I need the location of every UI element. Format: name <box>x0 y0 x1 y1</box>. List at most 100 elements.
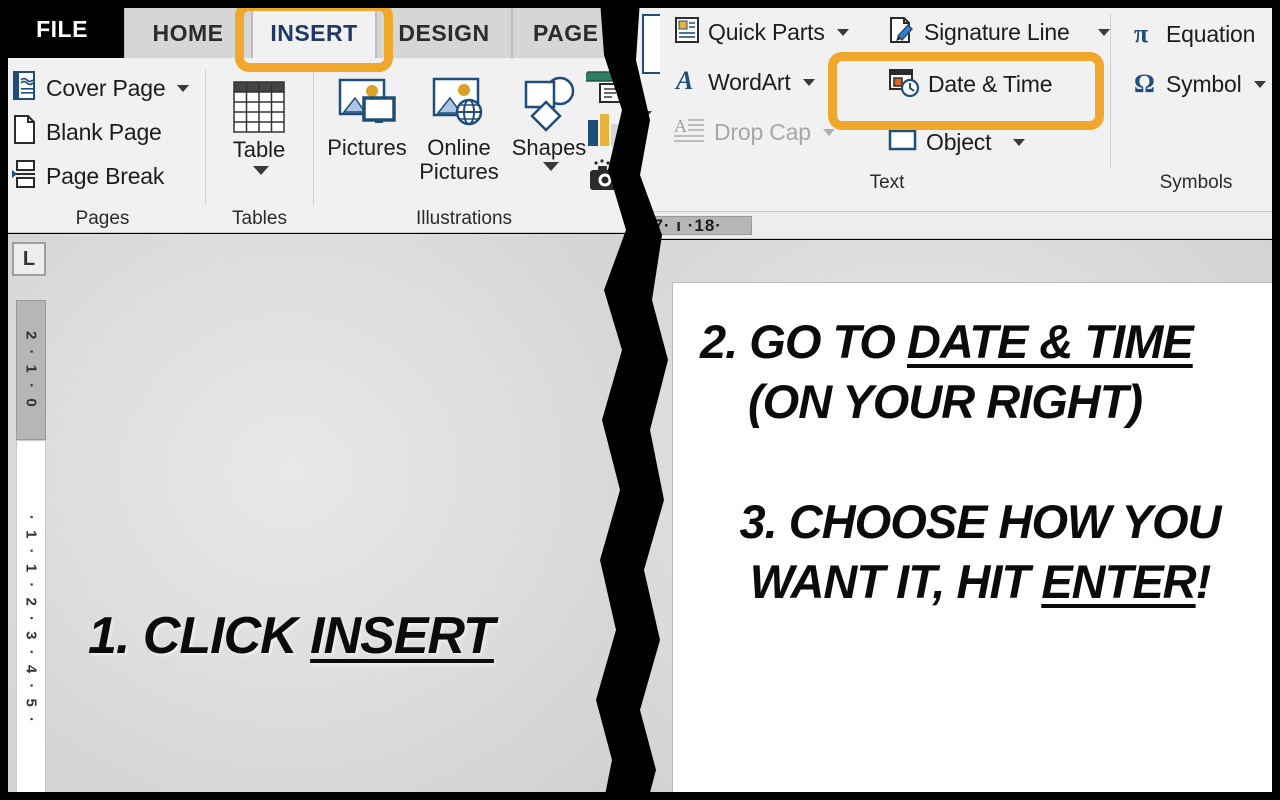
button-signature-line[interactable]: Signature Line <box>882 10 1110 54</box>
ribbon-group-illustrations: Pictures Online Pictures Shapes Illustra… <box>314 58 643 233</box>
horizontal-ruler[interactable]: 17· ı ·18· <box>628 212 1280 239</box>
button-shapes[interactable]: Shapes <box>504 64 594 171</box>
quick-parts-icon <box>674 16 700 49</box>
object-icon <box>888 127 918 158</box>
chevron-down-icon[interactable] <box>1253 80 1266 88</box>
svg-text:A: A <box>674 66 693 94</box>
instruction-1-keyword: INSERT <box>310 607 495 665</box>
tab-insert-label: INSERT <box>270 19 358 46</box>
page-break-icon <box>12 159 38 194</box>
instruction-1-text: CLICK <box>142 607 298 665</box>
tab-page-layout[interactable]: PAGE L <box>512 8 643 58</box>
ribbon-body-text-symbols: Quick Parts A WordArt A Drop Cap Signatu… <box>628 0 1280 212</box>
date-time-label: Date & Time <box>928 70 1053 97</box>
instruction-3-tail: ! <box>1195 555 1212 609</box>
button-pictures[interactable]: Pictures <box>322 64 412 160</box>
instruction-2-text: GO TO <box>749 315 907 368</box>
button-wordart[interactable]: A WordArt <box>668 60 849 104</box>
wordart-label: WordArt <box>708 68 791 95</box>
tab-home-label: HOME <box>152 19 224 46</box>
vertical-ruler-margin-ticks: 2 · 1 · 0 <box>22 330 40 410</box>
signature-line-label: Signature Line <box>924 18 1070 45</box>
ribbon-tab-strip: FILE HOME INSERT DESIGN PAGE L <box>0 0 643 59</box>
svg-text:Ω: Ω <box>1134 69 1155 96</box>
cover-page-label: Cover Page <box>46 74 166 101</box>
button-screenshot[interactable] <box>586 158 632 199</box>
quick-parts-label: Quick Parts <box>708 18 825 45</box>
document-canvas-left: L 2 · 1 · 0 · 1 · 1 · 2 · 3 · 4 · 5 · 1.… <box>0 234 643 800</box>
button-blank-page[interactable]: Blank Page <box>6 110 189 154</box>
signature-line-icon <box>888 16 916 49</box>
instruction-2-line2: (ON YOUR RIGHT) <box>748 375 1143 429</box>
right-panel-word-window: Quick Parts A WordArt A Drop Cap Signatu… <box>628 0 1280 800</box>
blank-page-label: Blank Page <box>46 118 162 145</box>
left-panel-word-window: FILE HOME INSERT DESIGN PAGE L Cover Pag… <box>0 0 643 800</box>
blank-page-icon <box>12 114 38 150</box>
instruction-3-line2: WANT IT, HIT <box>749 555 1042 609</box>
vertical-ruler-body-ticks: · 1 · 1 · 2 · 3 · 4 · 5 · <box>22 514 40 726</box>
button-page-break[interactable]: Page Break <box>6 154 189 198</box>
button-equation[interactable]: π Equation <box>1126 12 1266 56</box>
button-quick-parts[interactable]: Quick Parts <box>668 10 849 54</box>
ribbon-group-symbols: π Equation Ω Symbol Symbols <box>1112 0 1280 212</box>
tab-file[interactable]: FILE <box>0 0 124 58</box>
vertical-ruler-body[interactable]: · 1 · 1 · 2 · 3 · 4 · 5 · <box>16 440 46 800</box>
button-object[interactable]: Object <box>882 120 1110 164</box>
wordart-icon: A <box>674 66 700 99</box>
tab-stop-glyph: L <box>22 247 36 270</box>
chevron-down-icon <box>822 128 835 136</box>
button-date-and-time[interactable]: Date & Time <box>882 62 1110 106</box>
button-cover-page[interactable]: Cover Page <box>6 66 190 110</box>
ribbon-body-insert: Cover Page Blank Page Page Break Pages T… <box>0 58 643 233</box>
equation-label: Equation <box>1166 20 1256 47</box>
group-label-symbols: Symbols <box>1159 172 1233 193</box>
pictures-label: Pictures <box>327 135 407 160</box>
vertical-ruler-margin[interactable]: 2 · 1 · 0 <box>16 300 46 440</box>
svg-text:A: A <box>674 116 687 136</box>
tab-design[interactable]: DESIGN <box>376 8 512 58</box>
table-label: Table <box>232 137 286 162</box>
group-label-text: Text <box>869 172 905 193</box>
chevron-down-icon[interactable] <box>802 78 815 86</box>
svg-text:π: π <box>1134 19 1148 46</box>
group-label-illustrations: Illustrations <box>415 208 513 229</box>
symbol-omega-icon: Ω <box>1132 68 1158 101</box>
screenshot-stage: FILE HOME INSERT DESIGN PAGE L Cover Pag… <box>0 0 1280 800</box>
drop-cap-label: Drop Cap <box>714 118 811 145</box>
button-drop-cap[interactable]: A Drop Cap <box>668 110 849 154</box>
chevron-down-icon[interactable] <box>1013 138 1026 146</box>
tab-home[interactable]: HOME <box>124 8 252 58</box>
instruction-3-line1: CHOOSE HOW YOU <box>788 495 1222 548</box>
button-online-pictures[interactable]: Online Pictures <box>414 64 504 183</box>
online-pictures-icon <box>414 64 504 136</box>
button-symbol[interactable]: Ω Symbol <box>1126 62 1266 106</box>
page-break-label: Page Break <box>46 162 165 189</box>
table-icon <box>214 66 304 138</box>
smartart-icon <box>580 68 630 111</box>
ribbon-group-tables: Table Tables <box>206 58 313 233</box>
partial-text-box-icon <box>642 14 660 74</box>
instruction-1-number: 1. <box>88 607 130 665</box>
screenshot-icon <box>586 158 632 199</box>
instruction-3-number: 3. <box>739 495 778 548</box>
tab-page-layout-label: PAGE L <box>533 19 620 46</box>
object-label: Object <box>926 128 992 155</box>
shapes-icon <box>504 64 594 136</box>
tab-insert[interactable]: INSERT <box>252 7 376 59</box>
chevron-down-icon[interactable] <box>640 111 652 135</box>
shapes-label: Shapes <box>511 135 587 160</box>
drop-cap-icon: A <box>674 116 706 149</box>
chevron-down-icon[interactable] <box>253 165 269 175</box>
chevron-down-icon[interactable] <box>836 28 849 36</box>
chevron-down-icon[interactable] <box>177 84 190 92</box>
tab-stop-selector[interactable]: L <box>12 242 46 276</box>
button-smartart[interactable] <box>580 68 630 111</box>
chevron-down-icon[interactable] <box>543 161 559 171</box>
chevron-down-icon[interactable] <box>1097 28 1110 36</box>
tab-design-label: DESIGN <box>398 19 490 46</box>
button-table[interactable]: Table <box>214 66 304 175</box>
partial-caret-icon[interactable] <box>636 111 652 136</box>
button-chart[interactable] <box>586 114 630 153</box>
instruction-2-number: 2. <box>700 315 738 368</box>
online-pictures-label: Online Pictures <box>419 135 499 184</box>
